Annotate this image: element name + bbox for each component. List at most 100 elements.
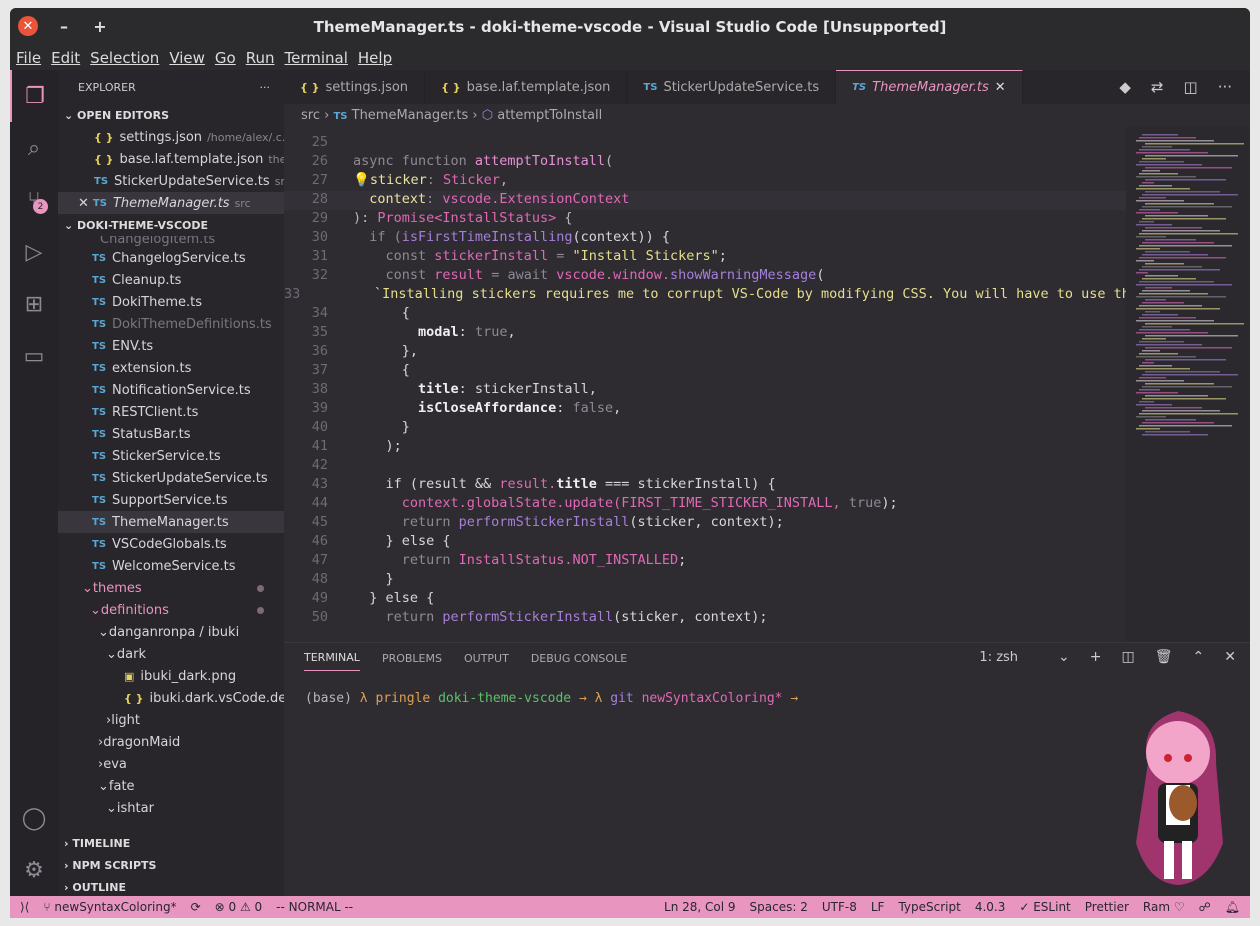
breadcrumb-item[interactable]: attemptToInstall <box>497 108 602 123</box>
menu-edit[interactable]: Edit <box>51 49 80 67</box>
folder-item[interactable]: ⌄ dark <box>58 643 284 665</box>
file-item[interactable]: ChangelogItem.ts <box>58 236 284 247</box>
code-editor[interactable]: 25 26 async function attemptToInstall(27 💡s… <box>284 126 1126 642</box>
folder-item[interactable]: ⌄ themes <box>58 577 284 599</box>
close-window-button[interactable]: ✕ <box>18 16 38 36</box>
remote-explorer-icon[interactable]: ▭ <box>10 330 58 382</box>
panel-tab-output[interactable]: OUTPUT <box>464 652 509 665</box>
menu-help[interactable]: Help <box>358 49 392 67</box>
open-editor-item[interactable]: ✕ TS ThemeManager.ts src <box>58 192 284 214</box>
new-terminal-icon[interactable]: + <box>1090 649 1102 665</box>
split-terminal-icon[interactable]: ◫ <box>1122 649 1135 665</box>
file-item[interactable]: TS ChangelogService.ts <box>58 247 284 269</box>
open-editor-item[interactable]: TS StickerUpdateService.ts src <box>58 170 284 192</box>
file-item[interactable]: TS ENV.ts <box>58 335 284 357</box>
open-changes-icon[interactable]: ⇄ <box>1151 78 1164 96</box>
outline-header[interactable]: › OUTLINE <box>58 876 284 898</box>
status-item[interactable]: TypeScript <box>898 900 960 914</box>
file-item[interactable]: TS StickerUpdateService.ts <box>58 467 284 489</box>
terminal-select[interactable]: 1: zsh <box>979 650 1018 665</box>
open-editor-item[interactable]: { } settings.json/home/alex/.c... <box>58 126 284 148</box>
minimap-line <box>1145 227 1202 229</box>
status-item[interactable]: Ln 28, Col 9 <box>664 900 736 914</box>
trash-icon[interactable]: 🗑 <box>1155 649 1173 665</box>
project-header[interactable]: ⌄ DOKI-THEME-VSCODE <box>58 214 284 236</box>
branch-status[interactable]: ⑂ newSyntaxColoring* <box>43 900 176 914</box>
menu-run[interactable]: Run <box>246 49 275 67</box>
open-editors-header[interactable]: ⌄ OPEN EDITORS <box>58 104 284 126</box>
file-item[interactable]: TS DokiTheme.ts <box>58 291 284 313</box>
extensions-icon[interactable]: ⊞ <box>10 278 58 330</box>
status-item[interactable]: ✓ ESLint <box>1019 900 1070 914</box>
status-item[interactable]: Ram ♡ <box>1143 900 1185 914</box>
file-item[interactable]: TS VSCodeGlobals.ts <box>58 533 284 555</box>
menu-view[interactable]: View <box>169 49 205 67</box>
tab-thememanager-ts[interactable]: TS ThemeManager.ts ✕ <box>836 70 1023 104</box>
gear-icon[interactable]: ⚙ <box>10 844 58 896</box>
minimize-button[interactable]: – <box>54 17 74 36</box>
feedback-icon[interactable]: ☍ <box>1199 900 1211 914</box>
close-panel-icon[interactable]: ✕ <box>1224 649 1236 665</box>
file-item[interactable]: TS SupportService.ts <box>58 489 284 511</box>
split-editor-icon[interactable]: ◫ <box>1184 78 1198 96</box>
file-item[interactable]: TS WelcomeService.ts <box>58 555 284 577</box>
breadcrumb-item[interactable]: src <box>301 108 320 123</box>
file-item[interactable]: TS Cleanup.ts <box>58 269 284 291</box>
tab-stickerupdateservice-ts[interactable]: TS StickerUpdateService.ts <box>627 70 837 104</box>
folder-item[interactable]: ⌄ fate <box>58 775 284 797</box>
maximize-button[interactable]: + <box>90 17 110 36</box>
file-item[interactable]: { } ibuki.dark.vsCode.definit... <box>58 687 284 709</box>
close-icon[interactable]: ✕ <box>78 196 89 211</box>
account-icon[interactable]: ◯ <box>10 792 58 844</box>
minimap[interactable] <box>1126 126 1250 642</box>
remote-icon[interactable]: ⟩⟨ <box>20 900 29 914</box>
chevron-down-icon[interactable]: ⌄ <box>1058 649 1070 665</box>
code-line: 34 { <box>284 305 1126 324</box>
menu-terminal[interactable]: Terminal <box>285 49 348 67</box>
bell-icon[interactable]: 🔔︎ <box>1225 900 1240 914</box>
file-item[interactable]: TS DokiThemeDefinitions.ts <box>58 313 284 335</box>
more-icon[interactable]: ··· <box>1218 78 1232 96</box>
breadcrumb-item[interactable]: ThemeManager.ts <box>352 108 469 123</box>
menu-file[interactable]: File <box>16 49 41 67</box>
file-item[interactable]: TS ThemeManager.ts <box>58 511 284 533</box>
status-item[interactable]: Prettier <box>1085 900 1129 914</box>
open-editor-item[interactable]: { } base.laf.template.json the... <box>58 148 284 170</box>
sync-icon[interactable]: ⟳ <box>191 900 201 914</box>
terminal[interactable]: (base) λ pringle doki-theme-vscode → λ g… <box>284 673 1250 724</box>
file-item[interactable]: TS extension.ts <box>58 357 284 379</box>
run-debug-icon[interactable]: ▷ <box>10 226 58 278</box>
file-item[interactable]: TS NotificationService.ts <box>58 379 284 401</box>
source-control-icon[interactable]: ⑂ 2 <box>10 174 58 226</box>
panel-tab-debug-console[interactable]: DEBUG CONSOLE <box>531 652 627 665</box>
maximize-panel-icon[interactable]: ⌃ <box>1193 649 1205 665</box>
folder-item[interactable]: ⌄ definitions <box>58 599 284 621</box>
search-icon[interactable]: ⌕ <box>10 122 58 174</box>
folder-item[interactable]: › dragonMaid <box>58 731 284 753</box>
explorer-icon[interactable]: ❐ <box>10 70 58 122</box>
more-actions-icon[interactable]: ··· <box>260 81 271 94</box>
close-icon[interactable]: ✕ <box>995 80 1006 95</box>
panel-tab-problems[interactable]: PROBLEMS <box>382 652 442 665</box>
folder-item[interactable]: ⌄ danganronpa / ibuki <box>58 621 284 643</box>
file-item[interactable]: ▣ ibuki_dark.png <box>58 665 284 687</box>
folder-item[interactable]: › light <box>58 709 284 731</box>
status-item[interactable]: UTF-8 <box>822 900 857 914</box>
status-item[interactable]: Spaces: 2 <box>750 900 808 914</box>
status-item[interactable]: 4.0.3 <box>975 900 1006 914</box>
file-item[interactable]: TS RESTClient.ts <box>58 401 284 423</box>
file-item[interactable]: TS StatusBar.ts <box>58 423 284 445</box>
menu-go[interactable]: Go <box>215 49 236 67</box>
git-compare-icon[interactable]: ◆ <box>1119 78 1131 96</box>
file-item[interactable]: TS StickerService.ts <box>58 445 284 467</box>
status-item[interactable]: LF <box>871 900 885 914</box>
folder-item[interactable]: › eva <box>58 753 284 775</box>
panel-tab-terminal[interactable]: TERMINAL <box>304 645 360 671</box>
timeline-header[interactable]: › TIMELINE <box>58 832 284 854</box>
problems-status[interactable]: ⊗ 0 ⚠ 0 <box>215 900 263 914</box>
folder-item[interactable]: ⌄ ishtar <box>58 797 284 819</box>
tab-settings-json[interactable]: { } settings.json <box>284 70 426 104</box>
npm-scripts-header[interactable]: › NPM SCRIPTS <box>58 854 284 876</box>
menu-selection[interactable]: Selection <box>90 49 159 67</box>
tab-base-laf-template-json[interactable]: { } base.laf.template.json <box>425 70 628 104</box>
